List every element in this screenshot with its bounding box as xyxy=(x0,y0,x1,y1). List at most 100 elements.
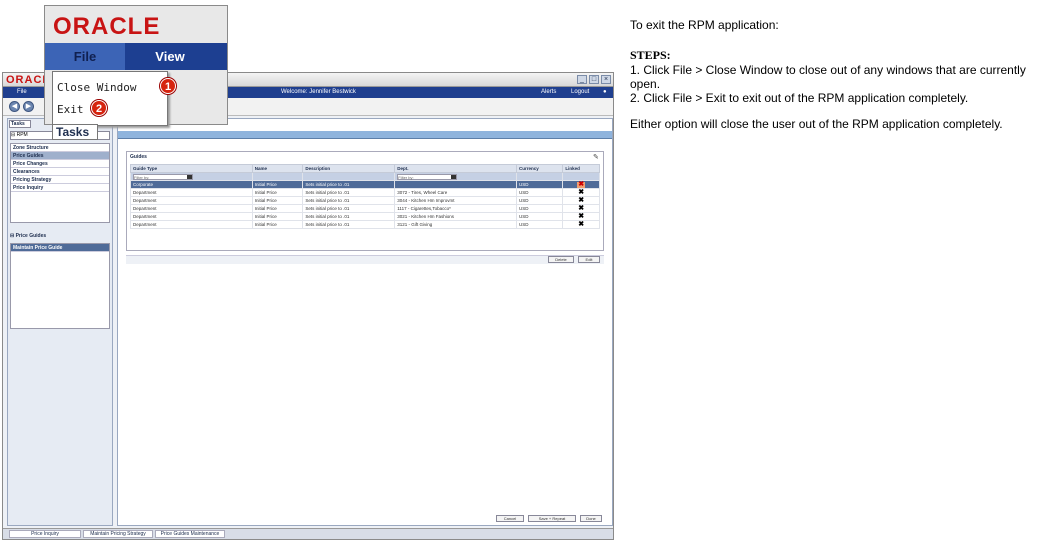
table-cell: Department xyxy=(130,212,253,221)
x-mark-icon[interactable]: ✖ xyxy=(578,213,584,220)
table-cell: Sets initial price to .01 xyxy=(302,180,396,189)
table-cell: 3072 - Tires, Wheel Care xyxy=(394,188,517,197)
collapse-icon[interactable]: ⊟ xyxy=(10,233,14,239)
tab-maintain-pricing-strategy[interactable]: Maintain Pricing Strategy xyxy=(83,530,153,538)
delete-button[interactable]: Delete xyxy=(548,256,574,263)
instructions-panel: To exit the RPM application: STEPS: 1. C… xyxy=(630,18,1040,131)
done-button[interactable]: Done xyxy=(580,515,602,522)
tree-item-price-guides[interactable]: Price Guides xyxy=(11,152,109,160)
save-repeat-button[interactable]: Save + Repeat xyxy=(528,515,576,522)
linked-cell: ✖ xyxy=(562,212,600,221)
table-cell: USD xyxy=(515,204,564,213)
content-header-bar xyxy=(118,131,612,139)
tab-price-guides-maintenance[interactable]: Price Guides Maintenance xyxy=(155,530,225,538)
pencil-icon[interactable]: ✎ xyxy=(593,153,599,161)
table-cell: USD xyxy=(515,220,564,229)
file-dropdown-menu: Close Window 1 Exit 2 xyxy=(52,71,176,126)
menu-file-zoomed[interactable]: File xyxy=(45,43,125,70)
steps-header: STEPS: xyxy=(630,48,671,62)
table-cell: 3121 - Gift Giving xyxy=(394,220,517,229)
table-cell: USD xyxy=(515,212,564,221)
zoom-menu-bar: File View xyxy=(45,43,227,70)
table-cell: USD xyxy=(515,196,564,205)
col-name[interactable]: Name xyxy=(251,164,304,173)
dropdown-icon[interactable] xyxy=(187,174,192,179)
linked-cell: ✖ xyxy=(562,204,600,213)
menu-item-exit[interactable]: Exit xyxy=(57,103,84,116)
table-row[interactable]: Department Initial Price Sets initial pric… xyxy=(130,212,600,221)
table-cell: Department xyxy=(130,196,253,205)
dept-filter-placeholder: Filter by: xyxy=(398,174,414,180)
col-linked[interactable]: Linked xyxy=(562,164,600,173)
table-cell: Initial Price xyxy=(251,220,304,229)
collapse-icon[interactable]: ⊟ xyxy=(11,132,15,138)
col-description[interactable]: Description xyxy=(302,164,396,173)
price-guides-header: ⊟ Price Guides xyxy=(10,233,110,242)
tree-item-maintain-price-guide[interactable]: Maintain Price Guide xyxy=(11,244,109,252)
menu-item-close-window[interactable]: Close Window xyxy=(57,81,136,94)
filter-row: Filter by: Filter by: xyxy=(130,172,600,181)
oracle-logo: ORACLE xyxy=(53,13,161,40)
guide-type-filter-placeholder: Filter by: xyxy=(134,174,150,180)
dropdown-icon[interactable] xyxy=(451,174,457,179)
step-1: 1. Click File > Close Window to close ou… xyxy=(630,63,1026,91)
edit-button[interactable]: Edit xyxy=(578,256,600,263)
col-guide-type[interactable]: Guide Type xyxy=(130,164,253,173)
menu-alerts[interactable]: Alerts xyxy=(541,89,556,95)
left-pane: Tasks ⊟ RPM Zone Structure Price Guides … xyxy=(7,118,113,526)
step-2: 2. Click File > Exit to exit out of the … xyxy=(630,91,969,105)
footer-button-row: Cancel Save + Repeat Done xyxy=(126,515,604,524)
close-icon[interactable]: × xyxy=(601,75,611,84)
table-row[interactable]: Department Initial Price Sets initial pric… xyxy=(130,220,600,229)
table-row[interactable]: Department Initial Price Sets initial pric… xyxy=(130,196,600,205)
table-cell: Sets initial price to .01 xyxy=(302,204,396,213)
x-mark-icon[interactable]: ✖ xyxy=(577,181,586,188)
table-cell: 3044 - Kitchen Hm Improvmt xyxy=(394,196,517,205)
table-row[interactable]: Corporate Initial Price Sets initial price… xyxy=(130,180,600,189)
guide-type-filter[interactable]: Filter by: xyxy=(133,173,193,180)
linked-cell: ✖ xyxy=(562,180,600,189)
table-header-row: Guide Type Name Description Dept. Curren… xyxy=(130,164,600,173)
cancel-button[interactable]: Cancel xyxy=(496,515,524,522)
table-cell: Department xyxy=(130,188,253,197)
table-cell: Initial Price xyxy=(251,196,304,205)
x-mark-icon[interactable]: ✖ xyxy=(578,189,584,196)
minimize-icon[interactable]: _ xyxy=(577,75,587,84)
tree-item-price-changes[interactable]: Price Changes xyxy=(11,160,109,168)
menu-file[interactable]: File xyxy=(17,89,27,95)
instructions-intro: To exit the RPM application: xyxy=(630,18,779,32)
task-tree: Zone Structure Price Guides Price Change… xyxy=(10,143,110,223)
tab-tasks[interactable]: Tasks xyxy=(9,120,31,128)
col-currency[interactable]: Currency xyxy=(515,164,564,173)
status-bar: Price Inquiry Maintain Pricing Strategy … xyxy=(3,528,613,539)
menu-view-zoomed[interactable]: View xyxy=(127,43,213,70)
table-row[interactable]: Department Initial Price Sets initial pric… xyxy=(130,188,600,197)
guides-button-row: Delete Edit xyxy=(126,255,604,264)
tree-item-zone-structure[interactable]: Zone Structure xyxy=(11,144,109,152)
tree-item-pricing-strategy[interactable]: Pricing Strategy xyxy=(11,176,109,184)
x-mark-icon[interactable]: ✖ xyxy=(578,205,584,212)
table-cell: USD xyxy=(515,188,564,197)
x-mark-icon[interactable]: ✖ xyxy=(578,197,584,204)
menu-logout[interactable]: Logout xyxy=(571,89,589,95)
table-cell: 1117 - Cigarettes,Tobacco* xyxy=(394,204,517,213)
dept-filter[interactable]: Filter by: xyxy=(397,173,458,180)
tab-tasks-zoomed[interactable]: Tasks xyxy=(52,124,98,140)
table-row[interactable]: Department Initial Price Sets initial pric… xyxy=(130,204,600,213)
back-icon[interactable]: ◀ xyxy=(9,101,20,112)
guides-table: Guide Type Name Description Dept. Curren… xyxy=(130,164,600,229)
tree-item-clearances[interactable]: Clearances xyxy=(11,168,109,176)
help-icon[interactable]: ● xyxy=(603,89,607,95)
table-cell: Initial Price xyxy=(251,180,304,189)
price-guides-tree: Maintain Price Guide xyxy=(10,243,110,329)
forward-icon[interactable]: ▶ xyxy=(23,101,34,112)
guides-title: Guides xyxy=(130,154,147,160)
step-badge-2: 2 xyxy=(91,100,107,116)
tree-item-price-inquiry[interactable]: Price Inquiry xyxy=(11,184,109,192)
x-mark-icon[interactable]: ✖ xyxy=(578,221,584,228)
linked-cell: ✖ xyxy=(562,220,600,229)
table-cell: Sets initial price to .01 xyxy=(302,212,396,221)
maximize-icon[interactable]: □ xyxy=(589,75,599,84)
tab-price-inquiry[interactable]: Price Inquiry xyxy=(9,530,81,538)
col-dept[interactable]: Dept. xyxy=(394,164,517,173)
